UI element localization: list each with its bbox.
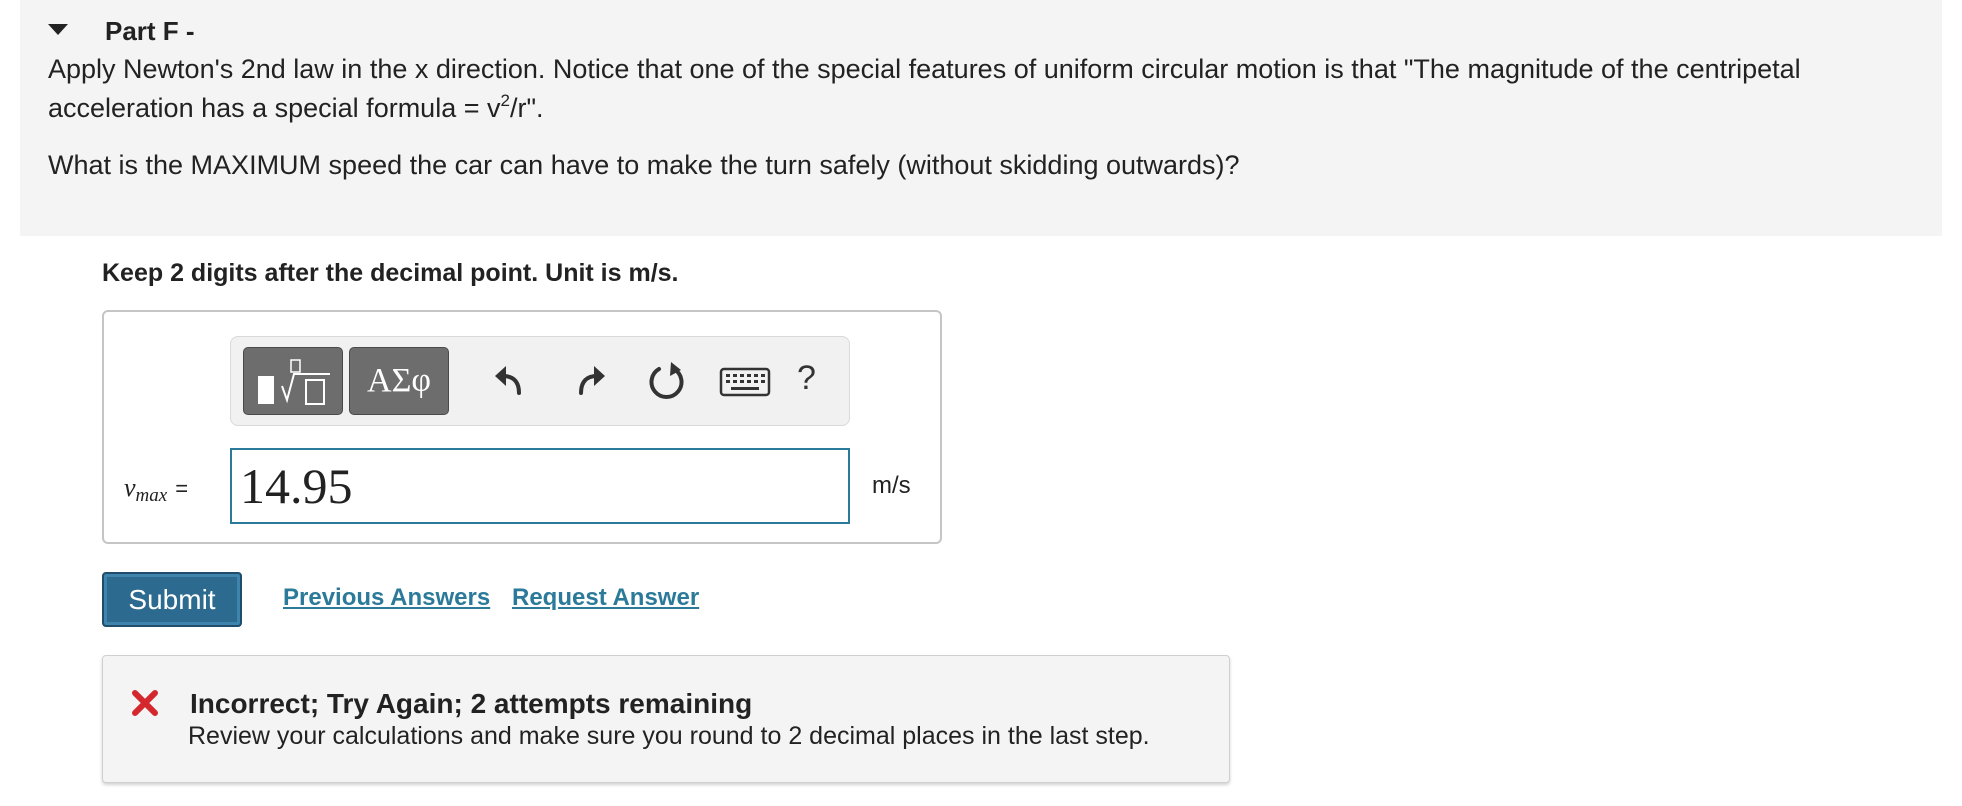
math-toolbar: ΑΣφ ? <box>230 336 850 426</box>
keyboard-icon[interactable] <box>715 355 775 407</box>
symbols-button[interactable]: ΑΣφ <box>349 347 449 415</box>
submit-button[interactable]: Submit <box>102 572 242 627</box>
variable-symbol: v <box>124 473 136 502</box>
undo-icon[interactable] <box>485 355 537 407</box>
answer-box: ΑΣφ ? vmax = 14.95 m/s <box>102 310 942 544</box>
templates-icon <box>258 359 330 405</box>
previous-answers-link[interactable]: Previous Answers <box>283 584 490 612</box>
request-answer-link[interactable]: Request Answer <box>512 584 699 612</box>
templates-button[interactable] <box>243 347 343 415</box>
help-icon[interactable]: ? <box>797 359 816 398</box>
question-text: Apply Newton's 2nd law in the x directio… <box>48 50 1918 128</box>
answer-instruction: Keep 2 digits after the decimal point. U… <box>102 259 679 287</box>
collapse-triangle-icon[interactable] <box>48 24 68 35</box>
part-title: Part F - <box>105 16 195 46</box>
feedback-box: Incorrect; Try Again; 2 attempts remaini… <box>102 655 1230 783</box>
feedback-title: Incorrect; Try Again; 2 attempts remaini… <box>190 688 753 719</box>
variable-subscript: max <box>135 485 168 506</box>
question-text-tail: /r". <box>509 93 544 123</box>
answer-input[interactable] <box>230 448 850 524</box>
question-exponent: 2 <box>500 91 510 110</box>
question-text-main: Apply Newton's 2nd law in the x directio… <box>48 54 1801 123</box>
reset-icon[interactable] <box>641 355 693 407</box>
incorrect-x-icon <box>132 690 158 716</box>
equals-sign: = <box>175 476 189 501</box>
unit-label: m/s <box>872 472 911 499</box>
variable-label: vmax = <box>124 473 189 506</box>
feedback-message: Review your calculations and make sure y… <box>188 722 1150 750</box>
question-prompt: What is the MAXIMUM speed the car can ha… <box>48 150 1240 180</box>
redo-icon[interactable] <box>563 355 615 407</box>
